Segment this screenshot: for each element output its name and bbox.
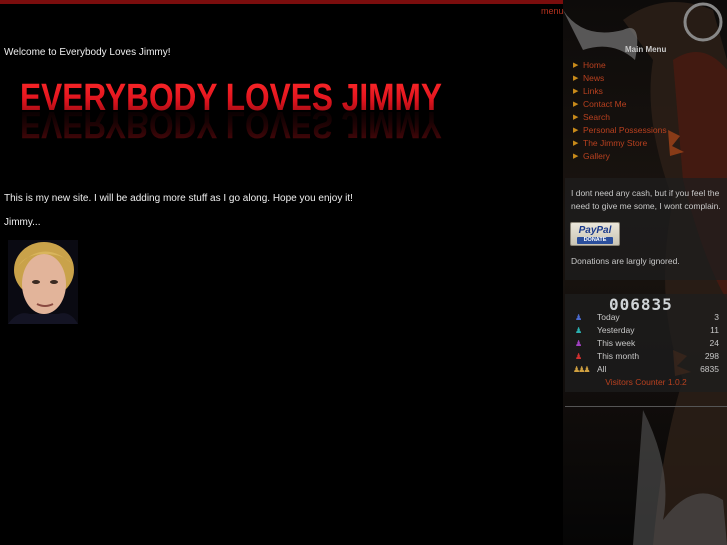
person-blue-icon: ♟ bbox=[575, 313, 583, 322]
donate-text: I dont need any cash, but if you feel th… bbox=[571, 188, 721, 211]
arrow-right-icon: ▶ bbox=[573, 152, 579, 160]
arrow-right-icon: ▶ bbox=[573, 113, 579, 121]
paypal-donate-button[interactable]: PayPal DONATE bbox=[570, 222, 620, 246]
menu-item-links[interactable]: ▶ Links bbox=[573, 84, 667, 97]
counter-row-today: ♟ Today 3 bbox=[575, 312, 719, 322]
person-purple-icon: ♟ bbox=[575, 339, 583, 348]
welcome-text: Welcome to Everybody Loves Jimmy! bbox=[4, 47, 171, 58]
main-menu: ▶ Home ▶ News ▶ Links ▶ Contact Me ▶ Search ▶… bbox=[573, 58, 667, 162]
people-group-icon: ♟♟♟ bbox=[573, 365, 590, 374]
sidebar-divider bbox=[565, 406, 727, 407]
counter-credit-link[interactable]: Visitors Counter 1.0.2 bbox=[565, 377, 727, 387]
arrow-right-icon: ▶ bbox=[573, 87, 579, 95]
menu-link[interactable]: menu bbox=[541, 6, 564, 16]
jimmy-photo bbox=[8, 240, 78, 324]
main-menu-title: Main Menu bbox=[625, 45, 667, 54]
person-red-icon: ♟ bbox=[575, 352, 583, 361]
menu-item-news[interactable]: ▶ News bbox=[573, 71, 667, 84]
arrow-right-icon: ▶ bbox=[573, 126, 579, 134]
counter-row-month: ♟ This month 298 bbox=[575, 351, 719, 361]
sidebar: Main Menu ▶ Home ▶ News ▶ Links ▶ Contact Me… bbox=[563, 0, 727, 545]
person-teal-icon: ♟ bbox=[575, 326, 583, 335]
signature-text: Jimmy... bbox=[4, 217, 41, 228]
counter-row-week: ♟ This week 24 bbox=[575, 338, 719, 348]
intro-text: This is my new site. I will be adding mo… bbox=[4, 193, 353, 204]
banner-reflection: EVERYBODY LOVES JIMMY bbox=[20, 103, 442, 145]
counter-row-all: ♟♟♟ All 6835 bbox=[573, 364, 719, 374]
arrow-right-icon: ▶ bbox=[573, 61, 579, 69]
menu-item-search[interactable]: ▶ Search bbox=[573, 110, 667, 123]
arrow-right-icon: ▶ bbox=[573, 74, 579, 82]
paypal-label: PayPal bbox=[578, 225, 612, 236]
donate-note: Donations are largly ignored. bbox=[571, 256, 680, 266]
arrow-right-icon: ▶ bbox=[573, 100, 579, 108]
donate-panel: I dont need any cash, but if you feel th… bbox=[565, 178, 727, 280]
site-banner: EVERYBODY LOVES JIMMY EVERYBODY LOVES JI… bbox=[20, 77, 442, 145]
menu-item-possessions[interactable]: ▶ Personal Possessions bbox=[573, 123, 667, 136]
menu-item-home[interactable]: ▶ Home bbox=[573, 58, 667, 71]
menu-item-store[interactable]: ▶ The Jimmy Store bbox=[573, 136, 667, 149]
counter-row-yesterday: ♟ Yesterday 11 bbox=[575, 325, 719, 335]
menu-item-gallery[interactable]: ▶ Gallery bbox=[573, 149, 667, 162]
arrow-right-icon: ▶ bbox=[573, 139, 579, 147]
menu-item-contact[interactable]: ▶ Contact Me bbox=[573, 97, 667, 110]
visitor-counter-panel: 006835 ♟ Today 3 ♟ Yesterday 11 ♟ This w… bbox=[565, 294, 727, 392]
main-content: Welcome to Everybody Loves Jimmy! EVERYB… bbox=[0, 0, 560, 545]
donate-label: DONATE bbox=[577, 237, 613, 244]
